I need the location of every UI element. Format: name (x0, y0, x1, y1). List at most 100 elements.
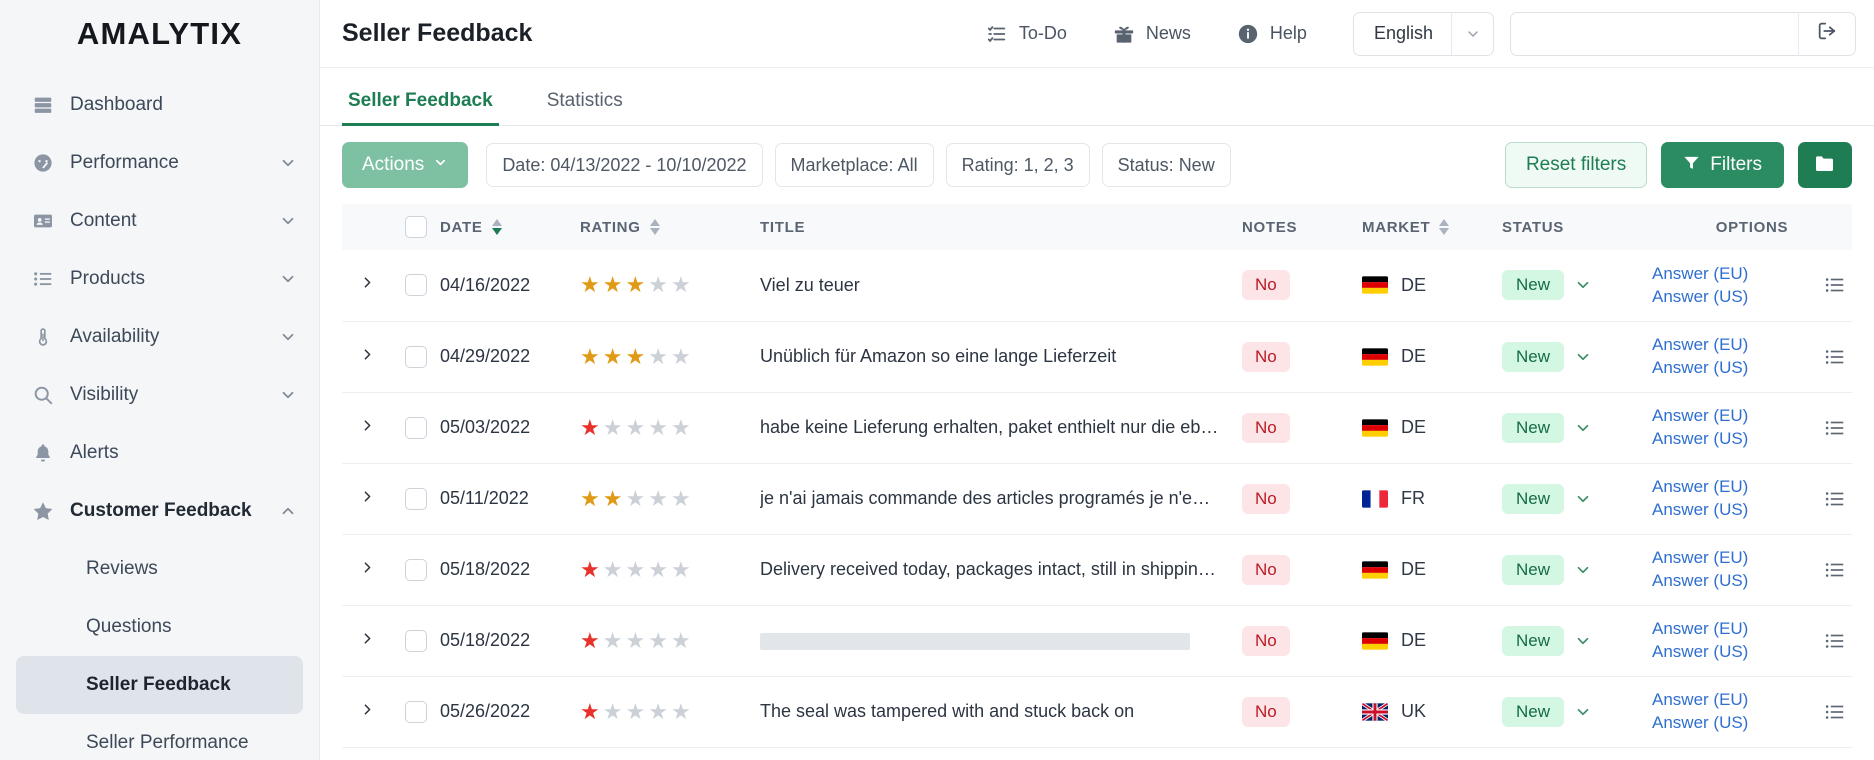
answer-eu-link[interactable]: Answer (EU) (1652, 690, 1748, 710)
row-checkbox-cell[interactable] (392, 676, 440, 748)
answer-eu-link[interactable]: Answer (EU) (1652, 477, 1748, 497)
row-menu-icon[interactable] (1824, 274, 1846, 296)
row-status: New (1502, 605, 1652, 677)
answer-eu-link[interactable]: Answer (EU) (1652, 619, 1748, 639)
top-link-news[interactable]: News (1113, 23, 1191, 45)
row-expand-button[interactable] (342, 534, 392, 606)
row-checkbox-cell[interactable] (392, 392, 440, 464)
sidebar-item-visibility[interactable]: Visibility (0, 366, 319, 424)
search-input-wrap[interactable] (1510, 11, 1798, 56)
row-checkbox-cell[interactable] (392, 250, 440, 322)
row-checkbox[interactable] (405, 274, 427, 297)
chevron-down-icon[interactable] (279, 154, 297, 172)
row-checkbox[interactable] (405, 629, 427, 652)
row-expand-button[interactable] (342, 463, 392, 535)
sidebar-subitem-label: Questions (86, 616, 172, 637)
filter-chip[interactable]: Rating: 1, 2, 3 (945, 143, 1090, 187)
row-checkbox-cell[interactable] (392, 605, 440, 677)
row-checkbox[interactable] (405, 416, 427, 439)
row-date: 04/29/2022 (440, 321, 580, 393)
row-checkbox[interactable] (405, 345, 427, 368)
sidebar-item-content[interactable]: Content (0, 192, 319, 250)
answer-us-link[interactable]: Answer (US) (1652, 429, 1748, 449)
row-menu-icon[interactable] (1824, 346, 1846, 368)
status-dropdown-chevron-down-icon[interactable] (1574, 276, 1592, 294)
chevron-up-icon[interactable] (279, 502, 297, 520)
answer-us-link[interactable]: Answer (US) (1652, 287, 1748, 307)
row-options: Answer (EU) Answer (US) (1652, 463, 1852, 535)
row-menu-icon[interactable] (1824, 630, 1846, 652)
sidebar-subitem-seller-feedback[interactable]: Seller Feedback (16, 656, 303, 714)
row-checkbox[interactable] (405, 487, 427, 510)
status-dropdown-chevron-down-icon[interactable] (1574, 632, 1592, 650)
answer-eu-link[interactable]: Answer (EU) (1652, 264, 1748, 284)
filters-button[interactable]: Filters (1661, 142, 1784, 188)
answer-eu-link[interactable]: Answer (EU) (1652, 335, 1748, 355)
row-checkbox-cell[interactable] (392, 463, 440, 535)
status-dropdown-chevron-down-icon[interactable] (1574, 703, 1592, 721)
language-select[interactable]: English (1352, 11, 1494, 56)
answer-us-link[interactable]: Answer (US) (1652, 642, 1748, 662)
status-dropdown-chevron-down-icon[interactable] (1574, 561, 1592, 579)
row-menu-icon[interactable] (1824, 559, 1846, 581)
answer-eu-link[interactable]: Answer (EU) (1652, 548, 1748, 568)
answer-us-link[interactable]: Answer (US) (1652, 571, 1748, 591)
status-badge: New (1502, 696, 1565, 727)
reset-filters-button[interactable]: Reset filters (1504, 142, 1648, 188)
column-header-market[interactable]: MARKET (1362, 204, 1502, 250)
actions-button[interactable]: Actions (342, 142, 469, 188)
row-menu-icon[interactable] (1824, 488, 1846, 510)
sidebar-item-customer-feedback[interactable]: Customer Feedback (0, 482, 319, 540)
row-menu-icon[interactable] (1824, 701, 1846, 723)
tab-seller-feedback[interactable]: Seller Feedback (342, 90, 499, 126)
row-checkbox[interactable] (405, 700, 427, 723)
sidebar-item-performance[interactable]: Performance (0, 134, 319, 192)
row-menu-icon[interactable] (1824, 417, 1846, 439)
sort-indicator[interactable] (649, 219, 660, 235)
filter-chip[interactable]: Marketplace: All (774, 143, 934, 187)
chevron-down-icon[interactable] (279, 212, 297, 230)
status-dropdown-chevron-down-icon[interactable] (1574, 490, 1592, 508)
folder-button[interactable] (1798, 142, 1852, 188)
row-expand-button[interactable] (342, 392, 392, 464)
chevron-down-icon[interactable] (279, 270, 297, 288)
filter-chip[interactable]: Status: New (1101, 143, 1231, 187)
sidebar-subitem-reviews[interactable]: Reviews (16, 540, 303, 598)
sidebar-item-alerts[interactable]: Alerts (0, 424, 319, 482)
sidebar-item-dashboard[interactable]: Dashboard (0, 76, 319, 134)
row-checkbox-cell[interactable] (392, 534, 440, 606)
select-all-checkbox[interactable] (405, 216, 427, 238)
row-expand-button[interactable] (342, 605, 392, 677)
answer-us-link[interactable]: Answer (US) (1652, 713, 1748, 733)
tab-statistics[interactable]: Statistics (541, 90, 629, 125)
column-header-rating[interactable]: RATING (580, 204, 760, 250)
chevron-down-icon[interactable] (279, 386, 297, 404)
row-expand-button[interactable] (342, 321, 392, 393)
filter-chip[interactable]: Date: 04/13/2022 - 10/10/2022 (486, 143, 763, 187)
search-input[interactable] (1511, 12, 1798, 55)
row-rating: ★ ★ ★ ★ ★ (580, 250, 760, 322)
row-expand-button[interactable] (342, 676, 392, 748)
status-dropdown-chevron-down-icon[interactable] (1574, 348, 1592, 366)
sort-indicator[interactable] (1439, 219, 1450, 235)
answer-us-link[interactable]: Answer (US) (1652, 358, 1748, 378)
row-checkbox[interactable] (405, 558, 427, 581)
sidebar-subitem-seller-performance[interactable]: Seller Performance (16, 714, 303, 760)
thermometer-icon (28, 326, 58, 348)
column-header-date[interactable]: DATE (440, 204, 580, 250)
row-expand-button[interactable] (342, 250, 392, 322)
sidebar-item-products[interactable]: Products (0, 250, 319, 308)
top-link-help[interactable]: Help (1237, 23, 1307, 45)
row-checkbox-cell[interactable] (392, 321, 440, 393)
sort-indicator[interactable] (491, 219, 502, 235)
status-dropdown-chevron-down-icon[interactable] (1574, 419, 1592, 437)
sidebar-subitem-questions[interactable]: Questions (16, 598, 303, 656)
sidebar-item-availability[interactable]: Availability (0, 308, 319, 366)
chevron-down-icon[interactable] (279, 328, 297, 346)
row-title-cell: Unüblich für Amazon so eine lange Liefer… (760, 321, 1242, 393)
answer-eu-link[interactable]: Answer (EU) (1652, 406, 1748, 426)
logout-button[interactable] (1798, 11, 1856, 56)
top-link-todo[interactable]: To-Do (986, 23, 1067, 45)
answer-us-link[interactable]: Answer (US) (1652, 500, 1748, 520)
row-options: Answer (EU) Answer (US) (1652, 534, 1852, 606)
